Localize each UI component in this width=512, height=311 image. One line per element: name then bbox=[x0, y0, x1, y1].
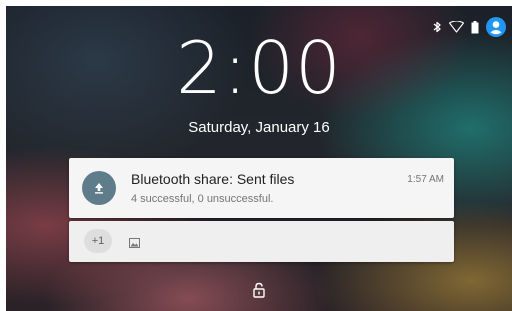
date-label: Saturday, January 16 bbox=[188, 119, 330, 136]
upload-icon bbox=[82, 171, 116, 205]
notification-time: 1:57 AM bbox=[407, 174, 444, 185]
notification-card[interactable]: Bluetooth share: Sent files 4 successful… bbox=[69, 158, 454, 218]
clock: 2:00 bbox=[176, 26, 342, 110]
lock-icon[interactable] bbox=[253, 282, 265, 303]
more-count-badge: +1 bbox=[84, 229, 112, 253]
image-icon bbox=[129, 235, 140, 253]
notification-title: Bluetooth share: Sent files bbox=[131, 171, 295, 187]
lock-screen: 2:00 Saturday, January 16 Bluetooth shar… bbox=[6, 6, 512, 311]
notification-text: 4 successful, 0 unsuccessful. bbox=[131, 193, 274, 205]
overflow-notifications[interactable]: +1 bbox=[69, 221, 454, 262]
